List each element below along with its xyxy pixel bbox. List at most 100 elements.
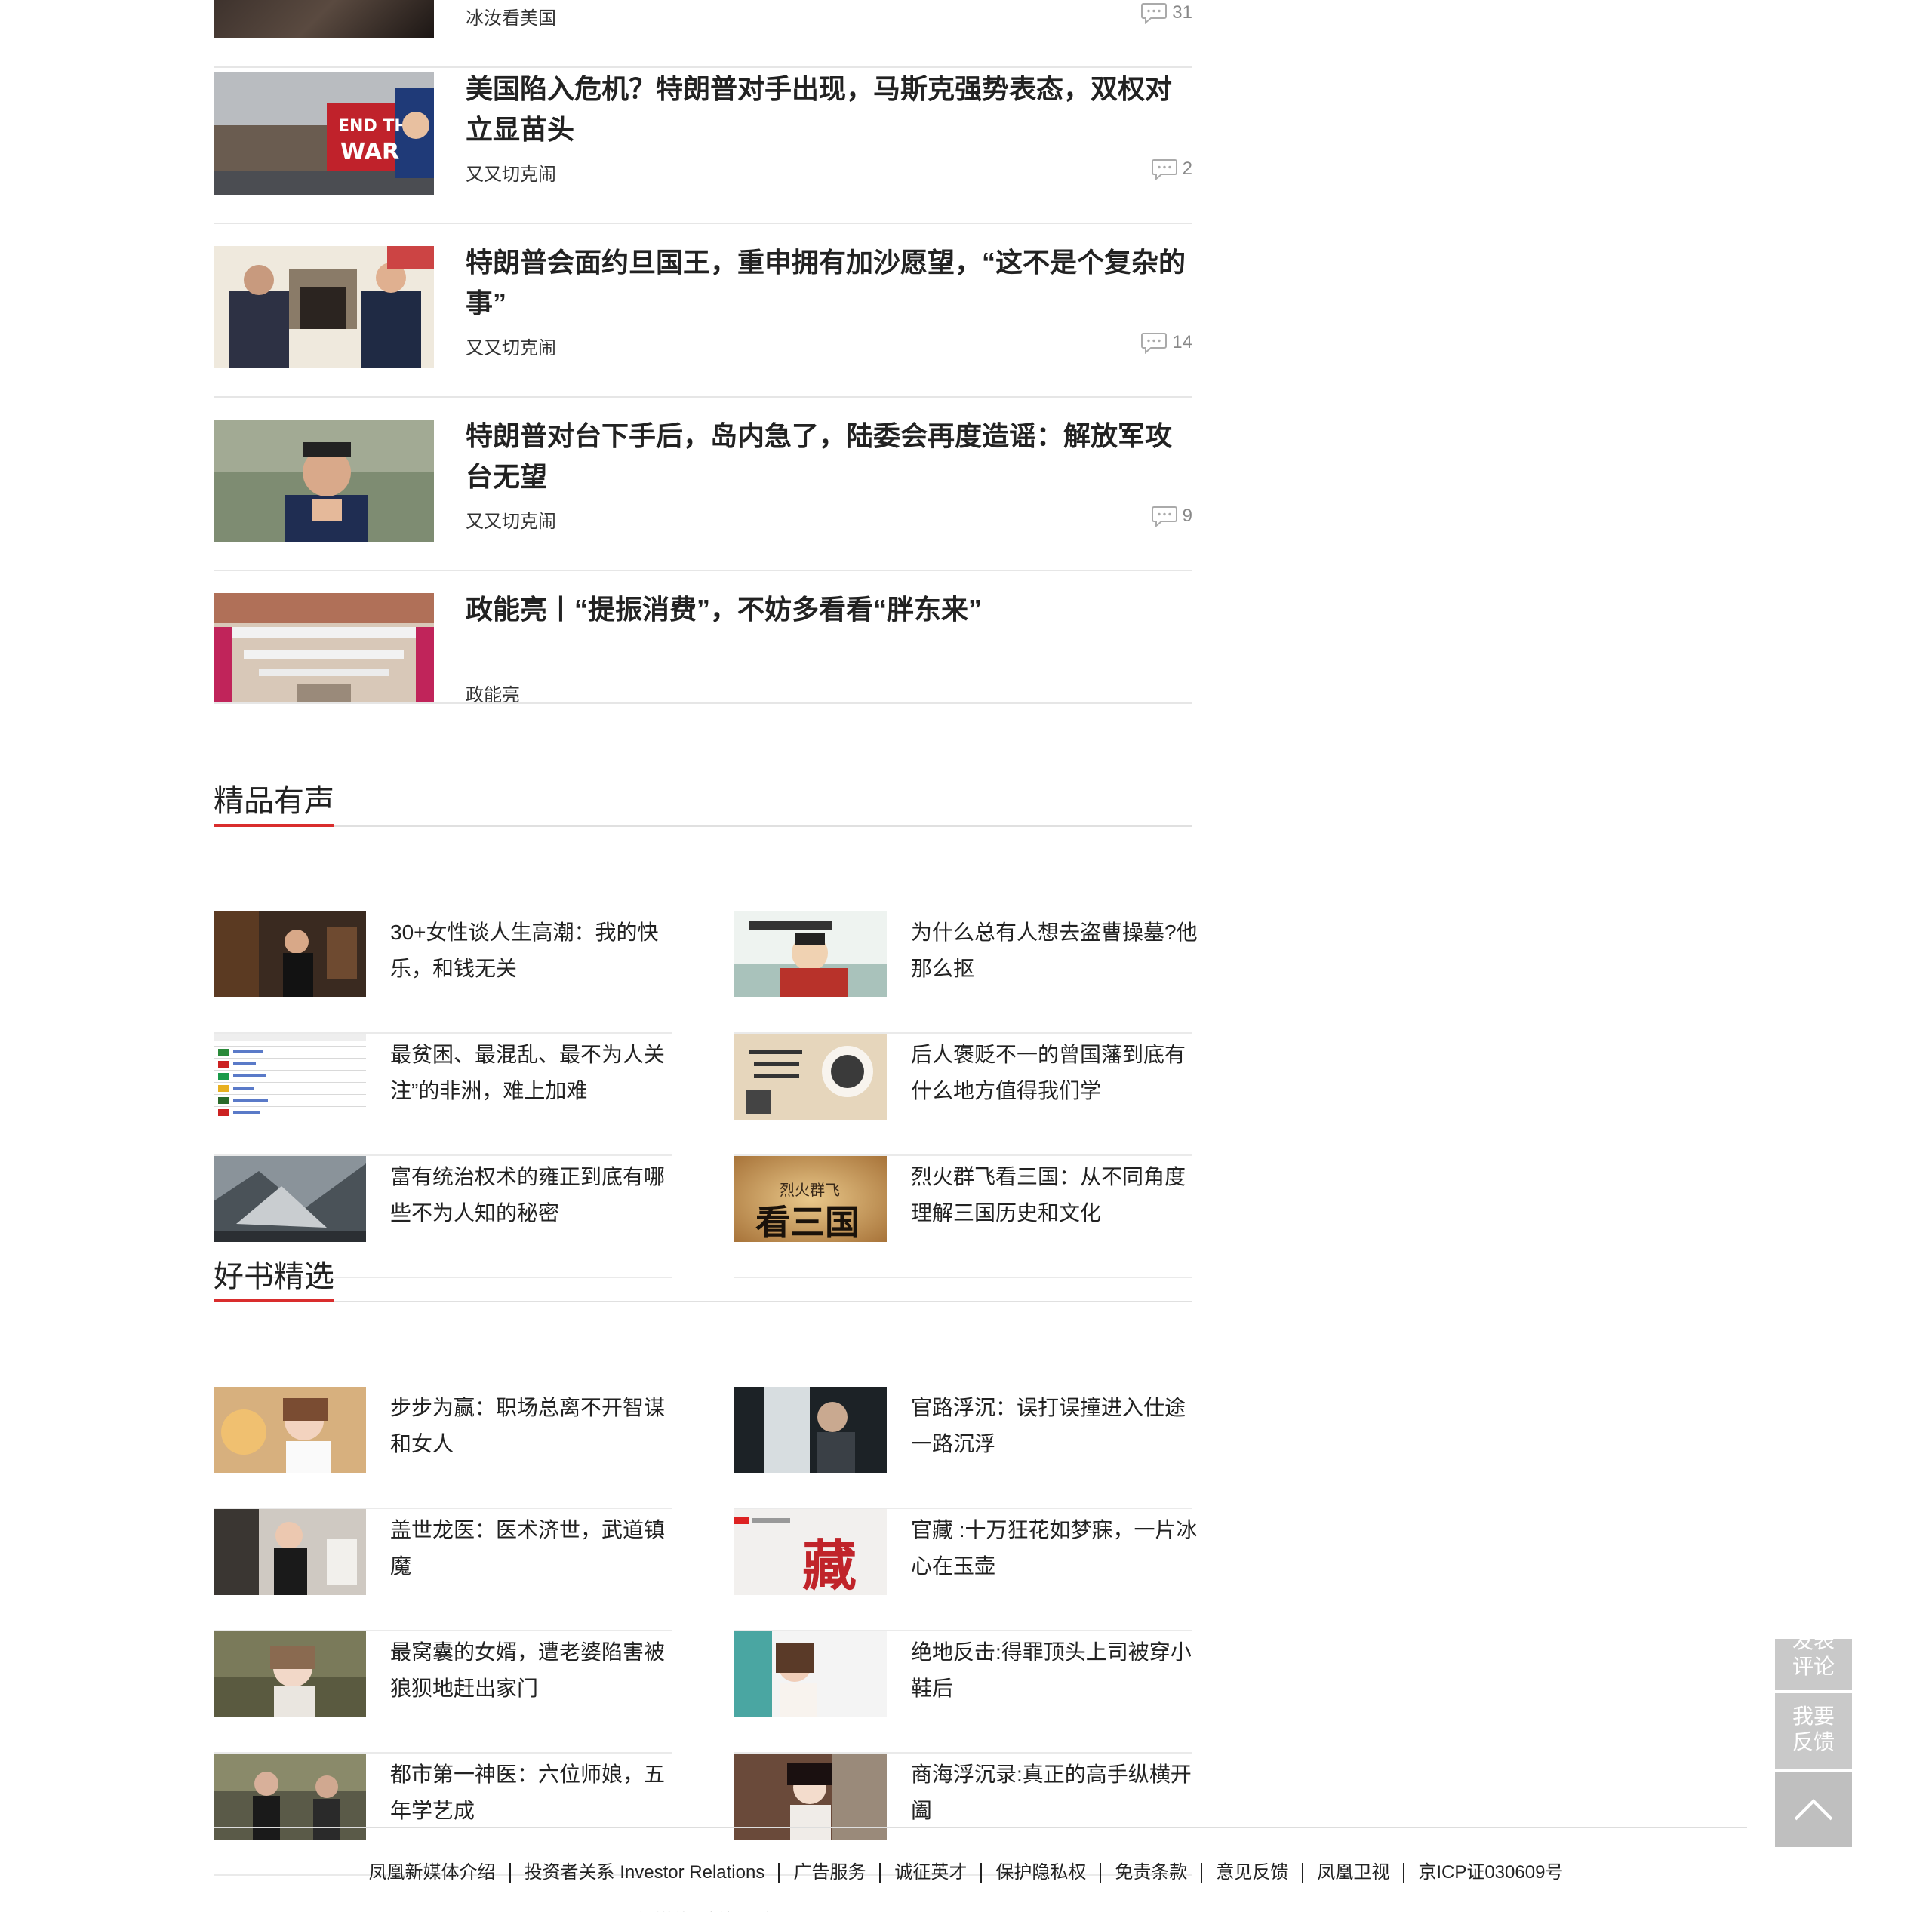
news-thumbnail[interactable] xyxy=(214,0,434,38)
footer-links: 凤凰新媒体介绍 投资者关系 Investor Relations 广告服务 诚征英才保… xyxy=(0,1862,1932,1883)
book-thumbnail[interactable] xyxy=(734,1631,887,1717)
audio-card[interactable]: 30+女性谈人生高潮：我的快乐，和钱无关 xyxy=(214,911,672,1034)
footer-link-feedback[interactable]: 意见反馈 xyxy=(1202,1863,1304,1883)
comment-count[interactable]: 2 xyxy=(1151,158,1192,180)
zeng-guofan-image xyxy=(734,1034,887,1120)
back-to-top-button[interactable] xyxy=(1775,1772,1852,1847)
news-source[interactable]: 又又切克闹 xyxy=(466,506,556,533)
audio-card[interactable]: 最贫困、最混乱、最不为人关注”的非洲，难上加难 xyxy=(214,1034,672,1156)
news-list: END THIS WAR 美国陷入危机？特朗普对手出现，马斯克强势表态，双权对立… xyxy=(214,51,1192,704)
portrait-image xyxy=(214,420,434,542)
book-thumbnail[interactable] xyxy=(214,1631,366,1717)
svg-text:看三国: 看三国 xyxy=(755,1202,860,1242)
book-card[interactable]: 官路浮沉：误打误撞进入仕途一路沉浮 xyxy=(734,1387,1192,1509)
svg-text:WAR: WAR xyxy=(340,139,399,165)
news-thumbnail[interactable]: END THIS WAR xyxy=(214,72,434,195)
book-card[interactable]: 藏 官藏 :十万狂花如梦寐，一片冰心在玉壶 xyxy=(734,1509,1198,1631)
book-thumbnail[interactable] xyxy=(214,1509,366,1595)
comment-count-value: 9 xyxy=(1182,506,1192,526)
footer-link-disclaimer[interactable]: 免责条款 xyxy=(1101,1863,1203,1883)
woman-white-image xyxy=(734,1631,887,1717)
news-item[interactable]: END THIS WAR 美国陷入危机？特朗普对手出现，马斯克强势表态，双权对立… xyxy=(214,51,1192,224)
section-title[interactable]: 好书精选 xyxy=(214,1257,334,1302)
comment-count[interactable]: 9 xyxy=(1151,505,1192,527)
comment-count-value: 2 xyxy=(1182,158,1192,179)
book-card[interactable]: 步步为赢：职场总离不开智谋和女人 xyxy=(214,1387,672,1509)
news-source[interactable]: 又又切克闹 xyxy=(466,159,556,186)
book-title[interactable]: 最窝囊的女婿，遭老婆陷害被狼狈地赶出家门 xyxy=(390,1634,677,1707)
audio-thumbnail[interactable] xyxy=(214,911,366,997)
audio-section: 精品有声 30+女性谈人生高潮：我的快乐，和钱无关 为什么总有人想去盗曹操墓?他… xyxy=(214,782,1198,1278)
audio-thumbnail[interactable] xyxy=(734,911,887,997)
audio-title[interactable]: 最贫困、最混乱、最不为人关注”的非洲，难上加难 xyxy=(390,1037,677,1109)
svg-text:藏: 藏 xyxy=(802,1533,857,1595)
news-title[interactable]: 美国陷入危机？特朗普对手出现，马斯克强势表态，双权对立显苗头 xyxy=(466,69,1190,150)
footer-link-icp[interactable]: 京ICP证030609号 xyxy=(1404,1863,1577,1883)
comment-count[interactable]: 31 xyxy=(1140,2,1192,24)
footer-link-privacy[interactable]: 保护隐私权 xyxy=(982,1863,1102,1883)
comment-count[interactable]: 14 xyxy=(1140,331,1192,354)
news-item[interactable]: 政能亮丨“提振消费”，不妨多看看“胖东来” 政能亮 xyxy=(214,571,1192,704)
audio-title[interactable]: 30+女性谈人生高潮：我的快乐，和钱无关 xyxy=(390,915,677,987)
meeting-image xyxy=(214,246,434,368)
news-title[interactable]: 政能亮丨“提振消费”，不妨多看看“胖东来” xyxy=(466,589,1190,630)
news-title[interactable]: 特朗普会面约旦国王，重申拥有加沙愿望，“这不是个复杂的事” xyxy=(466,242,1190,324)
post-comment-label: 发表 评论 xyxy=(1792,1639,1835,1678)
girl-image xyxy=(214,1387,366,1473)
news-title[interactable]: 特朗普对台下手后，岛内急了，陆委会再度造谣：解放军攻台无望 xyxy=(466,416,1190,497)
yongzheng-image xyxy=(214,1156,366,1242)
book-thumbnail[interactable] xyxy=(214,1387,366,1473)
news-source[interactable]: 政能亮 xyxy=(466,680,520,702)
news-source[interactable]: 又又切克闹 xyxy=(466,333,556,359)
news-item[interactable]: 特朗普对台下手后，岛内急了，陆委会再度造谣：解放军攻台无望 又又切克闹 9 xyxy=(214,398,1192,571)
news-source[interactable]: 冰汝看美国 xyxy=(466,3,556,29)
woman-sofa-image xyxy=(214,1631,366,1717)
audio-card[interactable]: 为什么总有人想去盗曹操墓?他那么抠 xyxy=(734,911,1198,1034)
comment-icon xyxy=(1151,159,1177,180)
audio-card[interactable]: 后人褒贬不一的曾国藩到底有什么地方值得我们学 xyxy=(734,1034,1192,1156)
footer-link-about[interactable]: 凤凰新媒体介绍 xyxy=(355,1863,511,1883)
book-card[interactable]: 最窝囊的女婿，遭老婆陷害被狼狈地赶出家门 xyxy=(214,1631,672,1754)
footer-link-phoenix-tv[interactable]: 凤凰卫视 xyxy=(1303,1863,1405,1883)
book-card[interactable]: 都市第一神医：六位师娘，五年学艺成 xyxy=(214,1754,672,1876)
book-title[interactable]: 都市第一神医：六位师娘，五年学艺成 xyxy=(390,1757,677,1829)
footer-link-careers[interactable]: 诚征英才 xyxy=(881,1863,983,1883)
guancang-image: 藏 xyxy=(734,1509,887,1595)
audio-thumbnail[interactable]: 烈火群飞 看三国 xyxy=(734,1156,887,1242)
news-item[interactable]: 特朗普会面约旦国王，重申拥有加沙愿望，“这不是个复杂的事” 又又切克闹 14 xyxy=(214,224,1192,398)
book-title[interactable]: 商海浮沉录:真正的高手纵横开阖 xyxy=(911,1757,1198,1829)
post-comment-button[interactable]: 发表 评论 xyxy=(1775,1639,1852,1690)
book-title[interactable]: 绝地反击:得罪顶头上司被穿小鞋后 xyxy=(911,1634,1198,1707)
book-thumbnail[interactable]: 藏 xyxy=(734,1509,887,1595)
audio-thumbnail[interactable] xyxy=(214,1156,366,1242)
comment-count-value: 14 xyxy=(1172,332,1192,352)
book-card[interactable]: 商海浮沉录:真正的高手纵横开阖 xyxy=(734,1754,1192,1876)
book-title[interactable]: 官藏 :十万狂花如梦寐，一片冰心在玉壶 xyxy=(911,1512,1198,1585)
book-card[interactable]: 绝地反击:得罪顶头上司被穿小鞋后 xyxy=(734,1631,1192,1754)
audio-thumbnail[interactable] xyxy=(214,1034,366,1120)
section-title[interactable]: 精品有声 xyxy=(214,782,334,827)
news-thumbnail[interactable] xyxy=(214,246,434,368)
cao-cao-image xyxy=(734,911,887,997)
woman-black-image xyxy=(214,1509,366,1595)
news-thumbnail[interactable] xyxy=(214,593,434,702)
book-card[interactable]: 盖世龙医：医术济世，武道镇魔 xyxy=(214,1509,672,1631)
feedback-button[interactable]: 我要 反馈 xyxy=(1775,1693,1852,1769)
footer-divider xyxy=(214,1827,1747,1828)
mall-image xyxy=(214,593,434,702)
book-title[interactable]: 盖世龙医：医术济世，武道镇魔 xyxy=(390,1512,677,1585)
audio-title[interactable]: 为什么总有人想去盗曹操墓?他那么抠 xyxy=(911,915,1198,987)
comment-icon xyxy=(1151,506,1177,527)
book-thumbnail[interactable] xyxy=(734,1387,887,1473)
audio-thumbnail[interactable] xyxy=(734,1034,887,1120)
copyright: 凤凰新媒体 版权所有 Copyright © 2024 Phoenix New … xyxy=(0,1906,1932,1912)
news-thumbnail[interactable] xyxy=(214,420,434,542)
book-title[interactable]: 官路浮沉：误打误撞进入仕途一路沉浮 xyxy=(911,1390,1198,1462)
footer-link-ads[interactable]: 广告服务 xyxy=(780,1863,881,1883)
footer-link-investor[interactable]: 投资者关系 Investor Relations xyxy=(511,1863,780,1883)
audio-title[interactable]: 后人褒贬不一的曾国藩到底有什么地方值得我们学 xyxy=(911,1037,1198,1109)
audio-title[interactable]: 烈火群飞看三国：从不同角度理解三国历史和文化 xyxy=(911,1159,1198,1231)
book-title[interactable]: 步步为赢：职场总离不开智谋和女人 xyxy=(390,1390,677,1462)
audio-title[interactable]: 富有统治权术的雍正到底有哪些不为人知的秘密 xyxy=(390,1159,677,1231)
comment-icon xyxy=(1141,333,1168,354)
